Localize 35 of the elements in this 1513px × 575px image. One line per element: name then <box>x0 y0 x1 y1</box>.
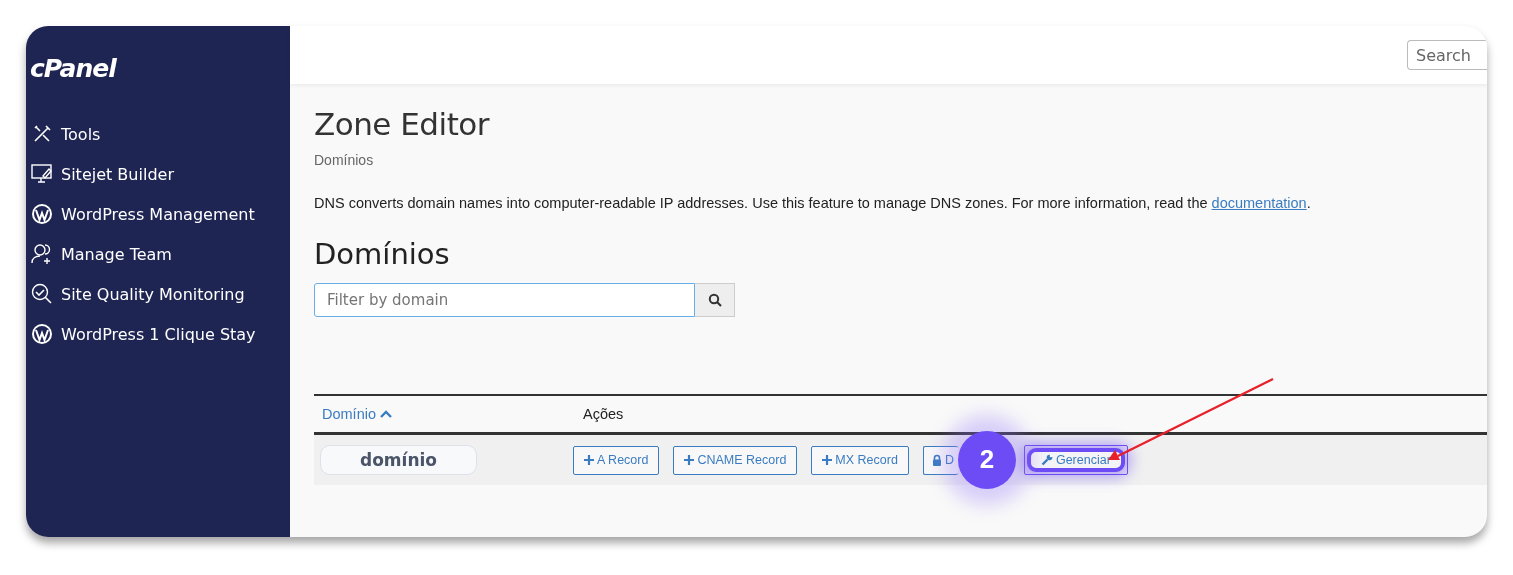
section-title: Domínios <box>314 237 451 271</box>
magnifier-check-icon <box>31 283 53 305</box>
column-header: Ações <box>583 406 624 422</box>
documentation-link[interactable]: documentation <box>1211 195 1307 211</box>
plus-icon <box>822 455 833 465</box>
domain-pill: domínio <box>320 445 477 475</box>
wordpress-icon <box>31 323 53 345</box>
sidebar-item[interactable]: Tools <box>26 122 290 146</box>
plus-icon <box>684 455 695 465</box>
search-icon <box>707 293 722 307</box>
monitor-icon <box>31 163 53 185</box>
step-badge: 2 <box>957 430 1016 489</box>
lock-icon <box>931 454 942 466</box>
sidebar-item[interactable]: Sitejet Builder <box>26 162 290 186</box>
wordpress-icon <box>31 203 53 225</box>
breadcrumb: Domínios <box>314 152 375 168</box>
sidebar-item[interactable]: WordPress Management <box>26 202 290 226</box>
plus-icon <box>584 455 594 465</box>
search-button[interactable] <box>695 283 735 317</box>
page-title: Zone Editor <box>314 106 491 142</box>
filter-field[interactable]: Filter by domain <box>314 283 695 317</box>
search-field[interactable]: Search <box>1407 40 1487 70</box>
logo[interactable]: cPanel <box>26 54 290 86</box>
description-text: DNS converts domain names into computer-readable IP addresses. Use this feature to manage DNS zones. For more information, read the documentation. <box>314 195 1312 211</box>
action-button[interactable]: MX Record <box>811 445 909 475</box>
sidebar-item[interactable]: Manage Team <box>26 242 290 266</box>
sidebar-item[interactable]: WordPress 1 Clique Stay <box>26 322 290 346</box>
user-add-icon <box>31 243 53 265</box>
wrench-icon <box>1040 454 1053 466</box>
action-button[interactable]: CNAME Record <box>673 445 798 475</box>
sidebar-item[interactable]: Site Quality Monitoring <box>26 282 290 306</box>
sort-caret-icon <box>380 410 392 418</box>
action-button[interactable]: Gerenciar <box>1026 448 1125 472</box>
column-header[interactable]: Domínio <box>322 406 376 422</box>
action-button[interactable]: A Record <box>573 445 660 475</box>
